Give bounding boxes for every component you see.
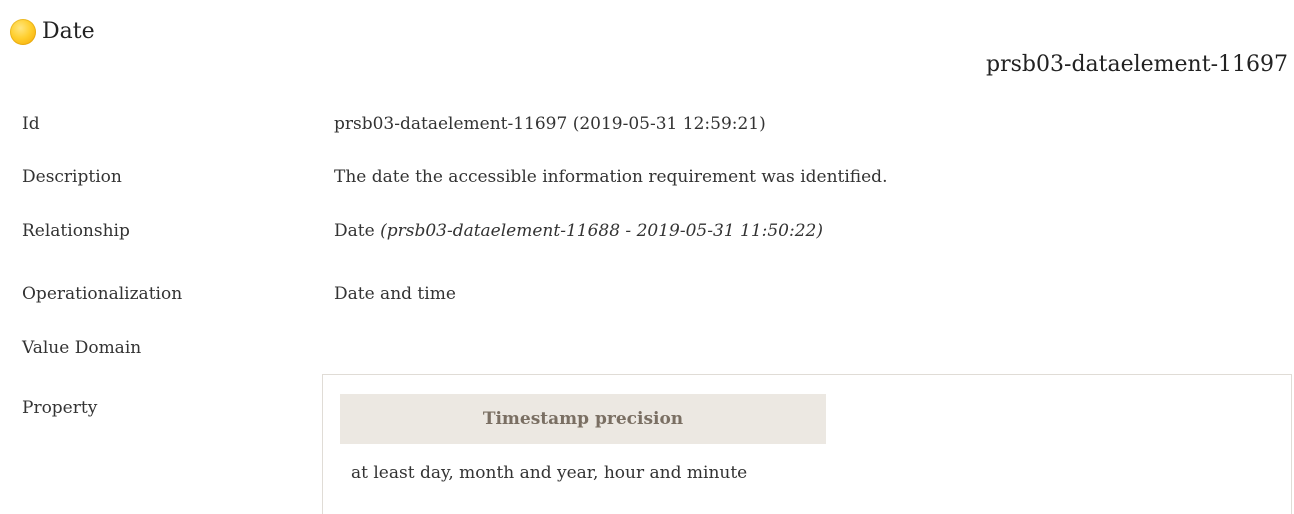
- relationship-value: Date (prsb03-dataelement-11688 - 2019-05…: [334, 221, 823, 241]
- id-label: Id: [22, 114, 40, 134]
- id-value: prsb03-dataelement-11697 (2019-05-31 12:…: [334, 114, 766, 134]
- property-label: Property: [22, 398, 98, 418]
- element-id-heading: prsb03-dataelement-11697: [986, 52, 1288, 77]
- page-title: Date: [42, 19, 95, 44]
- property-value: at least day, month and year, hour and m…: [351, 463, 748, 483]
- relationship-reference: (prsb03-dataelement-11688 - 2019-05-31 1…: [380, 221, 823, 241]
- property-panel: Timestamp precision at least day, month …: [322, 374, 1292, 514]
- property-header-label: Timestamp precision: [482, 409, 684, 429]
- description-label: Description: [22, 167, 122, 187]
- relationship-label: Relationship: [22, 221, 130, 241]
- description-value: The date the accessible information requ…: [334, 167, 888, 187]
- operationalization-label: Operationalization: [22, 284, 183, 304]
- title-row: Date: [10, 16, 95, 48]
- property-header: Timestamp precision: [340, 394, 826, 444]
- status-circle-icon: [10, 19, 36, 45]
- value-domain-label: Value Domain: [22, 338, 142, 358]
- relationship-name: Date: [334, 221, 375, 241]
- operationalization-value: Date and time: [334, 284, 456, 304]
